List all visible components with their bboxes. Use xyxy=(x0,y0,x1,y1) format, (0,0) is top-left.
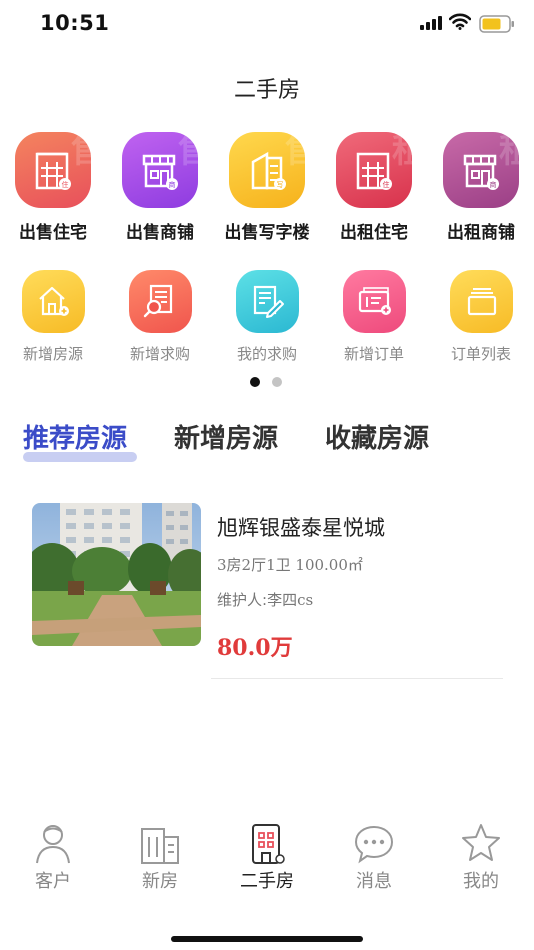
tile-watermark: 租 xyxy=(499,132,519,171)
category-label: 出租商铺 xyxy=(447,223,515,243)
tile-badge: 住 xyxy=(383,180,390,189)
tile-badge: 商 xyxy=(490,180,497,189)
tab-favorites[interactable]: 收藏房源 xyxy=(325,418,429,455)
category-tile: 售 住 xyxy=(15,132,91,208)
action-label: 新增订单 xyxy=(343,345,404,363)
building-icon: 住 xyxy=(356,152,392,190)
tile-badge: 商 xyxy=(169,180,176,189)
building-icon: 住 xyxy=(35,152,71,190)
shop-icon: 商 xyxy=(463,154,499,190)
page-dot[interactable] xyxy=(250,377,260,387)
document-search-icon xyxy=(143,284,173,318)
star-icon xyxy=(462,824,500,861)
house-add-icon xyxy=(39,286,69,316)
action-tile xyxy=(129,270,192,333)
property-photo-illustration xyxy=(32,503,201,646)
nav-label: 我的 xyxy=(463,871,499,892)
category-tile: 租 商 xyxy=(443,132,519,208)
shop-icon: 商 xyxy=(142,154,178,190)
category-grid: 售 住 出售住宅 售 商 出售商铺 售 写 出售写字楼 租 住 出租住宅 租 商… xyxy=(0,128,534,248)
nav-new-houses[interactable]: 新房 xyxy=(107,815,213,900)
document-edit-icon xyxy=(253,285,284,318)
category-sell-shop[interactable]: 售 商 出售商铺 xyxy=(107,128,213,248)
battery-icon xyxy=(479,15,514,33)
office-icon: 写 xyxy=(251,151,286,190)
tile-watermark: 售 xyxy=(178,132,198,171)
category-label: 出租住宅 xyxy=(340,223,408,243)
nav-label: 二手房 xyxy=(240,871,294,892)
customer-icon xyxy=(36,825,70,864)
category-rent-residential[interactable]: 租 住 出租住宅 xyxy=(321,128,427,248)
status-bar: 10:51 xyxy=(0,0,534,50)
signal-icon xyxy=(420,16,442,30)
action-tile xyxy=(343,270,406,333)
nav-second-hand-houses[interactable]: 二手房 xyxy=(214,815,320,900)
action-order-list[interactable]: 订单列表 xyxy=(428,268,534,368)
listing-price: 80.0万 xyxy=(217,635,293,661)
listing-divider xyxy=(211,678,503,679)
action-tile xyxy=(450,270,513,333)
nav-label: 消息 xyxy=(356,871,392,892)
action-label: 订单列表 xyxy=(450,345,511,363)
tab-recommended[interactable]: 推荐房源 xyxy=(23,418,127,455)
action-grid: 新增房源 新增求购 我的求购 新增订单 订单列表 xyxy=(0,268,534,368)
listing-specs: 3房2厅1卫 100.00㎡ xyxy=(217,556,363,574)
second-hand-house-icon xyxy=(252,824,285,864)
nav-messages[interactable]: 消息 xyxy=(321,815,427,900)
agent-label: 维护人: xyxy=(217,591,268,609)
action-my-purchase-requests[interactable]: 我的求购 xyxy=(214,268,320,368)
category-tile: 售 商 xyxy=(122,132,198,208)
tab-new-listings[interactable]: 新增房源 xyxy=(174,418,278,455)
listing-agent: 维护人:李四cs xyxy=(217,589,313,610)
bottom-nav: 客户 新房 二手房 消息 我的 xyxy=(0,815,534,900)
page-dot[interactable] xyxy=(272,377,282,387)
ticket-add-icon xyxy=(358,287,391,315)
action-tile xyxy=(22,270,85,333)
action-tile xyxy=(236,270,299,333)
category-tile: 售 写 xyxy=(229,132,305,208)
list-box-icon xyxy=(467,288,497,316)
category-label: 出售写字楼 xyxy=(224,223,310,243)
status-time: 10:51 xyxy=(40,11,110,35)
category-tile: 租 住 xyxy=(336,132,412,208)
category-rent-shop[interactable]: 租 商 出租商铺 xyxy=(428,128,534,248)
tile-watermark: 租 xyxy=(392,132,412,171)
category-label: 出售商铺 xyxy=(126,223,194,243)
category-label: 出售住宅 xyxy=(19,223,87,243)
action-add-order[interactable]: 新增订单 xyxy=(321,268,427,368)
action-label: 新增求购 xyxy=(129,345,190,363)
listing-title: 旭辉银盛泰星悦城 xyxy=(217,516,385,540)
listing-card[interactable]: 旭辉银盛泰星悦城 3房2厅1卫 100.00㎡ 维护人:李四cs 80.0万 xyxy=(0,490,534,680)
message-icon xyxy=(354,825,394,864)
wifi-icon xyxy=(449,13,471,30)
tile-badge: 住 xyxy=(62,180,69,189)
listing-tabs: 推荐房源 新增房源 收藏房源 xyxy=(0,418,534,466)
listing-photo xyxy=(32,503,201,646)
nav-mine[interactable]: 我的 xyxy=(428,815,534,900)
category-sell-office[interactable]: 售 写 出售写字楼 xyxy=(214,128,320,248)
page-title: 二手房 xyxy=(233,78,300,103)
category-sell-residential[interactable]: 售 住 出售住宅 xyxy=(0,128,106,248)
action-label: 我的求购 xyxy=(236,345,297,363)
nav-label: 新房 xyxy=(142,871,178,892)
nav-customers[interactable]: 客户 xyxy=(0,815,106,900)
new-house-icon xyxy=(141,828,179,864)
nav-label: 客户 xyxy=(35,871,71,892)
home-indicator[interactable] xyxy=(171,936,363,942)
action-add-purchase-request[interactable]: 新增求购 xyxy=(107,268,213,368)
action-add-listing[interactable]: 新增房源 xyxy=(0,268,106,368)
tile-watermark: 售 xyxy=(285,132,305,171)
action-label: 新增房源 xyxy=(22,345,83,363)
agent-name: 李四cs xyxy=(267,591,314,609)
tile-badge: 写 xyxy=(277,181,284,189)
tile-watermark: 售 xyxy=(71,132,91,171)
